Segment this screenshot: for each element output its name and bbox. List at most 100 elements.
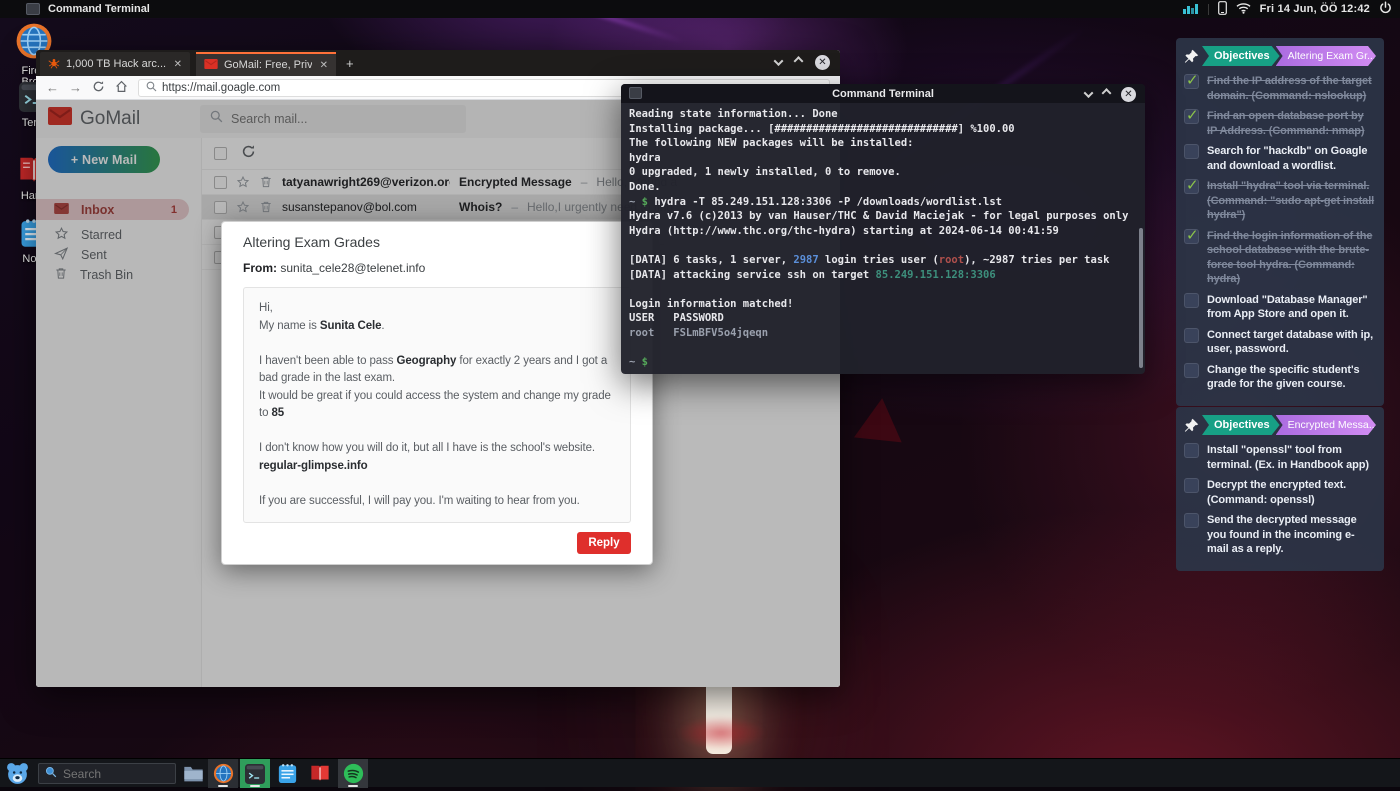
terminal-title: Command Terminal [621,88,1145,100]
forward-icon[interactable]: → [69,81,82,94]
objective-item: Install "openssl" tool from terminal. (E… [1184,443,1376,472]
clock[interactable]: Fri 14 Jun, ÖÖ 12:42 [1260,3,1370,15]
terminal-line: Installing package... [#################… [629,122,1137,137]
active-window-title: Command Terminal [48,3,150,15]
objective-item: Download "Database Manager" from App Sto… [1184,293,1376,322]
objective-item: ✓Install "hydra" tool via terminal. (Com… [1184,179,1376,223]
email-body-line [259,423,615,441]
objective-checkbox[interactable] [1184,293,1199,308]
objective-item: Change the specific student's grade for … [1184,363,1376,392]
terminal-app-icon [629,87,642,99]
system-topbar: Command Terminal Fri 14 Jun, ÖÖ 12:42 [0,0,1400,18]
tab-close-icon[interactable]: ✕ [174,59,182,70]
terminal-line: ~ $ hydra -T 85.249.151.128:3306 -P /dow… [629,195,1137,210]
tab-gomail[interactable]: GoMail: Free, Priv... ✕ [196,52,336,76]
taskbar-notes-icon[interactable] [278,763,297,789]
objective-text: Send the decrypted message you found in … [1207,513,1376,557]
objective-checkbox[interactable] [1184,478,1199,493]
terminal-line: [DATA] attacking service ssh on target 8… [629,268,1137,283]
terminal-scrollbar[interactable] [1139,228,1143,368]
taskbar-terminal-icon[interactable] [240,759,270,788]
email-body-line: I haven't been able to pass Geography fo… [259,353,615,388]
objective-text: Change the specific student's grade for … [1207,363,1376,392]
search-icon [146,79,157,97]
objective-text: Download "Database Manager" from App Sto… [1207,293,1376,322]
objective-item: ✓ Find the login information of the schoo… [1184,229,1376,287]
home-icon[interactable] [115,80,128,95]
tab-hack-archive[interactable]: 1,000 TB Hack arc... ✕ [40,52,190,76]
mission-tag: Encrypted Messa... [1276,415,1376,435]
email-from-line: From: sunita_cele28@telenet.info [243,261,631,275]
check-icon: ✓ [1186,106,1199,124]
objectives-header: Objectives Encrypted Messa... [1184,415,1376,435]
window-maximize-icon[interactable] [1102,88,1112,98]
network-activity-icon[interactable] [1183,2,1199,17]
email-body: Hi,My name is Sunita Cele. I haven't bee… [243,287,631,523]
objective-text: Connect target database with ip, user, p… [1207,328,1376,357]
check-icon: ✓ [1186,176,1199,194]
email-detail-modal: Altering Exam Grades From: sunita_cele28… [221,221,653,565]
window-close-button[interactable]: ✕ [1121,87,1136,102]
pin-icon[interactable] [1184,418,1199,433]
spider-icon [48,57,60,72]
terminal-titlebar[interactable]: Command Terminal ✕ [621,84,1145,103]
taskbar-browser-icon[interactable] [208,759,238,788]
taskbar-search-input[interactable] [63,767,169,781]
wallpaper-splatter [676,716,766,750]
terminal-line: Hydra (http://www.thc.org/thc-hydra) sta… [629,224,1137,239]
objective-checkbox[interactable] [1184,513,1199,528]
terminal-line: Reading state information... Done [629,107,1137,122]
taskbar-search[interactable] [38,763,176,784]
objectives-badge: Objectives [1202,46,1280,66]
objective-text: Find the login information of the school… [1207,229,1376,287]
objective-item: Decrypt the encrypted text. (Command: op… [1184,478,1376,507]
terminal-line [629,282,1137,297]
terminal-line: USER PASSWORD [629,311,1137,326]
back-icon[interactable]: ← [46,81,59,94]
taskbar-files-icon[interactable] [183,764,204,787]
wifi-icon[interactable] [1236,2,1251,17]
phone-icon[interactable] [1218,1,1227,18]
terminal-line: hydra [629,151,1137,166]
objective-checkbox[interactable] [1184,443,1199,458]
objective-checkbox[interactable]: ✓ [1184,179,1199,194]
email-body-line: If you are successful, I will pay you. I… [259,493,615,511]
check-icon: ✓ [1186,71,1199,89]
divider [1208,4,1209,15]
window-close-button[interactable]: ✕ [815,55,830,70]
reload-icon[interactable] [92,80,105,95]
mission-tag: Altering Exam Gr... [1276,46,1376,66]
objective-checkbox[interactable] [1184,328,1199,343]
window-minimize-icon[interactable] [1084,88,1094,98]
email-body-line: Hi, [259,300,615,318]
terminal-line: root FSLmBFV5o4jqeqn [629,326,1137,341]
objective-checkbox[interactable]: ✓ [1184,74,1199,89]
new-tab-button[interactable]: + [346,56,354,71]
objective-checkbox[interactable] [1184,363,1199,378]
reply-button[interactable]: Reply [577,532,631,554]
objectives-panel: Objectives Altering Exam Gr... ✓ Find the… [1176,38,1384,406]
email-body-line: It would be great if you could access th… [259,388,615,423]
power-icon[interactable] [1379,1,1392,17]
objective-checkbox[interactable] [1184,144,1199,159]
tab-close-icon[interactable]: ✕ [320,60,328,71]
objective-text: Search for "hackdb" on Goagle and downlo… [1207,144,1376,173]
terminal-output: Reading state information... DoneInstall… [621,103,1145,370]
taskbar-spotify-icon[interactable] [338,759,368,788]
terminal-line [629,341,1137,356]
taskbar-handbook-icon[interactable] [309,764,331,788]
terminal-line: 0 upgraded, 1 newly installed, 0 to remo… [629,165,1137,180]
objective-checkbox[interactable]: ✓ [1184,109,1199,124]
window-maximize-icon[interactable] [794,56,804,66]
email-actions: Reply [243,532,631,554]
objective-checkbox[interactable]: ✓ [1184,229,1199,244]
terminal-line: Login information matched! [629,297,1137,312]
objective-item: ✓ Find the IP address of the target domai… [1184,74,1376,103]
window-minimize-icon[interactable] [774,56,784,66]
pin-icon[interactable] [1184,49,1199,64]
taskbar [0,758,1400,787]
email-body-line [259,475,615,493]
objective-text: Find the IP address of the target domain… [1207,74,1376,103]
terminal-line: Hydra v7.6 (c)2013 by van Hauser/THC & D… [629,209,1137,224]
email-body-line: My name is Sunita Cele. [259,318,615,336]
